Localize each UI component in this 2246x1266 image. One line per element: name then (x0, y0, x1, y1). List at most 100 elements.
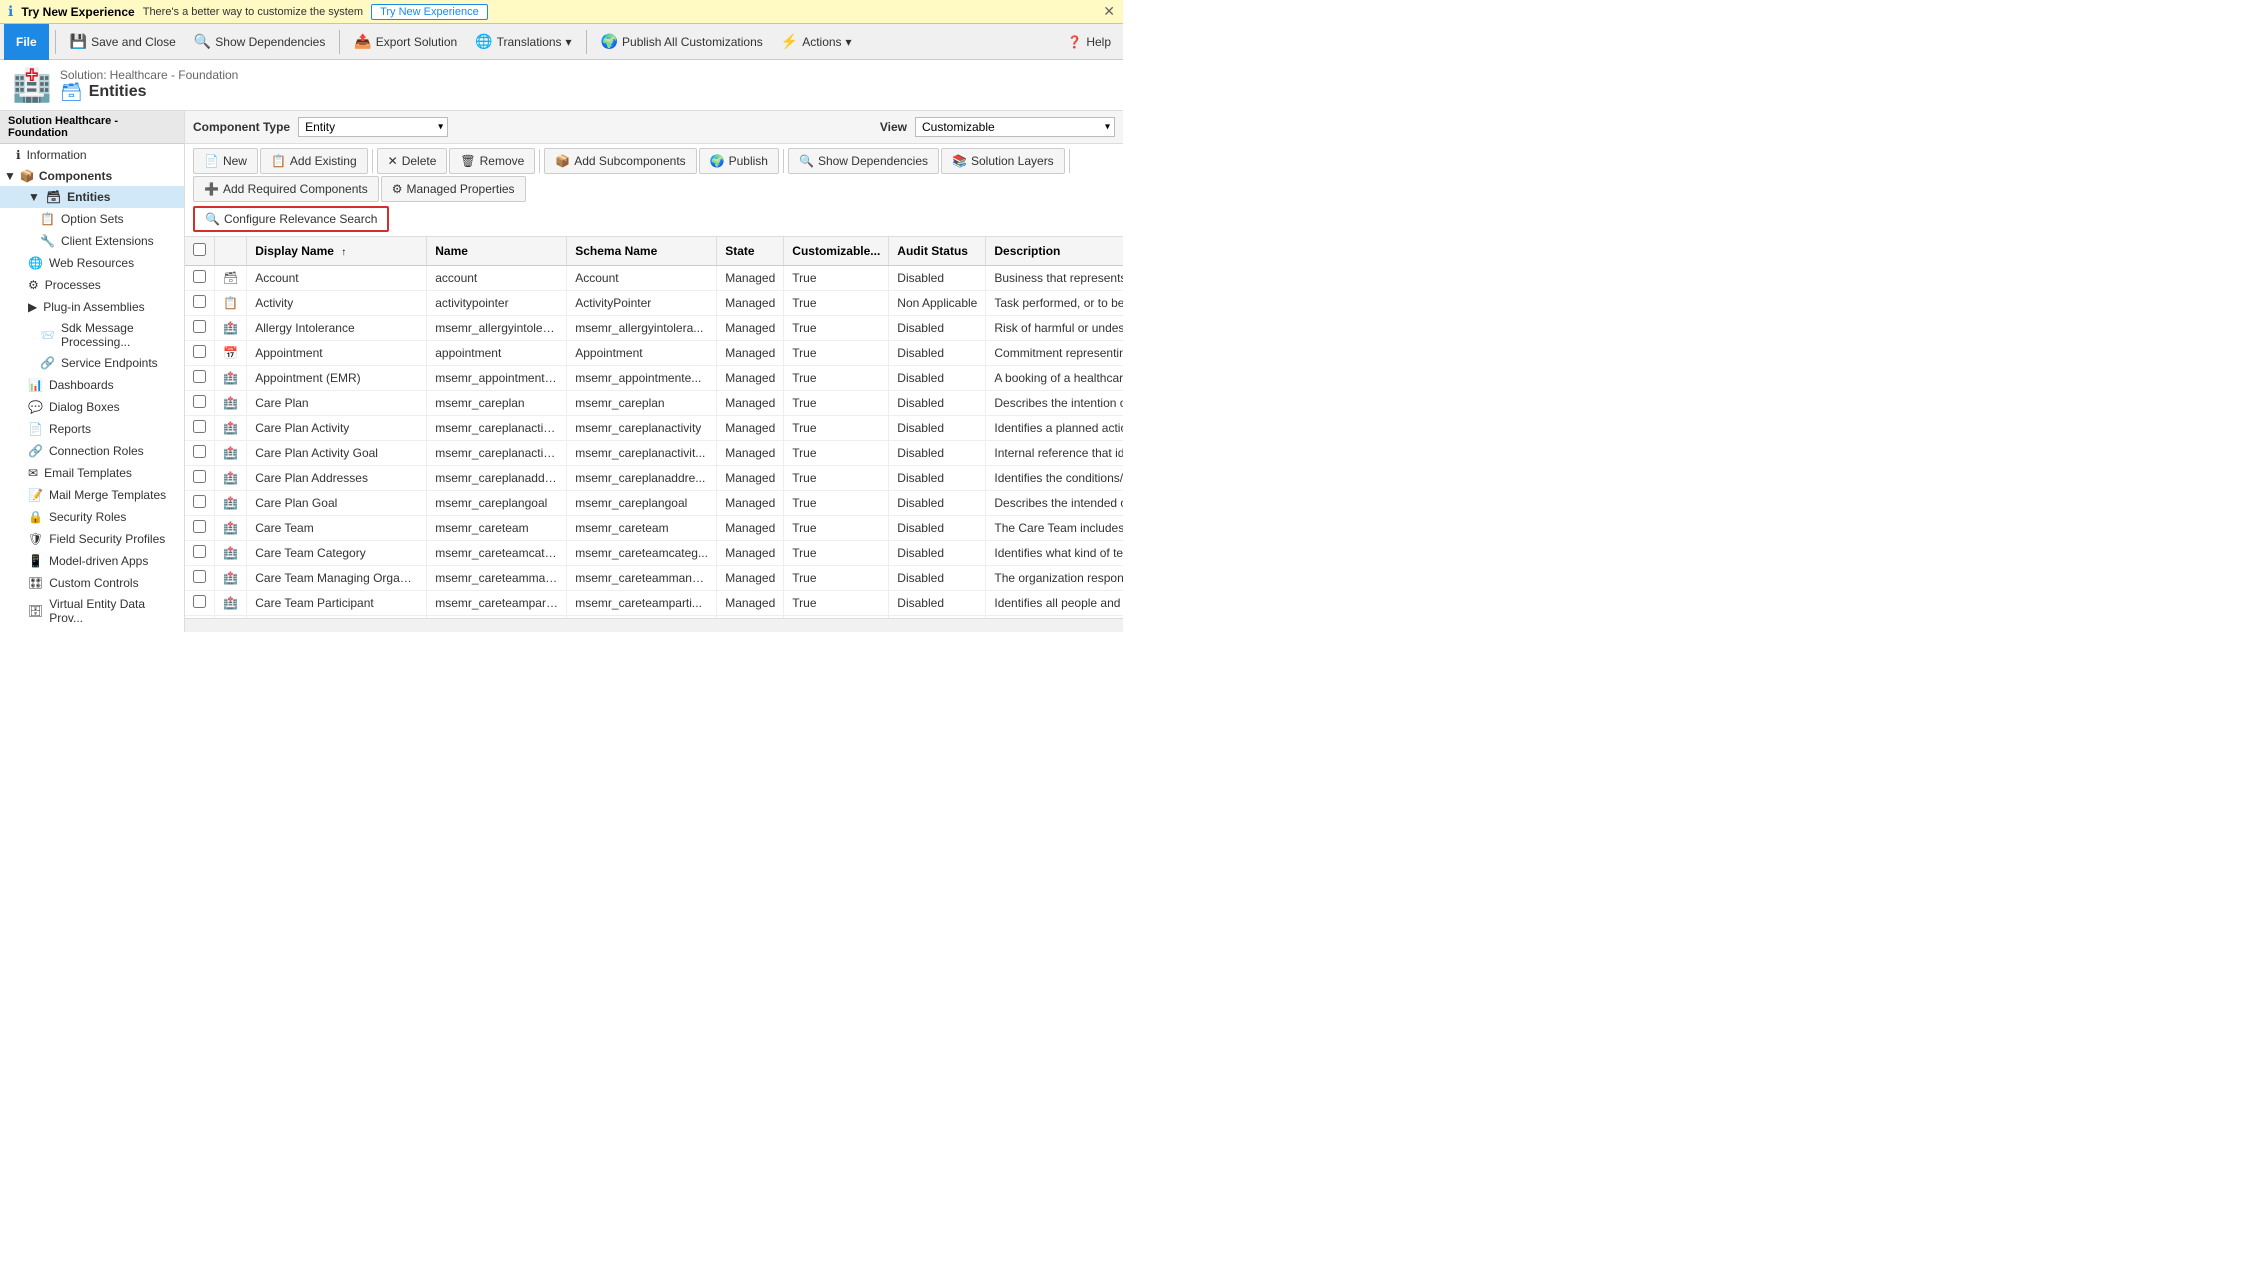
help-button[interactable]: ❓ Help (1059, 32, 1119, 52)
horizontal-scrollbar[interactable] (185, 618, 1123, 632)
sidebar-item-components[interactable]: ▼ 📦 Components (0, 166, 184, 186)
table-row[interactable]: 🏥 Care Team msemr_careteam msemr_caretea… (185, 516, 1123, 541)
table-row[interactable]: 🏥 Care Plan Activity Goal msemr_careplan… (185, 441, 1123, 466)
row-check-8[interactable] (193, 470, 206, 483)
configure-relevance-button[interactable]: 🔍 Configure Relevance Search (193, 206, 389, 232)
show-dependencies-toolbar-button[interactable]: 🔍 Show Dependencies (186, 27, 334, 57)
table-row[interactable]: 🏥 Care Plan Goal msemr_careplangoal msem… (185, 491, 1123, 516)
sidebar-item-model-apps[interactable]: 📱 Model-driven Apps (0, 550, 184, 572)
table-row[interactable]: 🏥 Care Team Participant msemr_careteampa… (185, 591, 1123, 616)
row-check-0[interactable] (193, 270, 206, 283)
row-display-name-5[interactable]: Care Plan (247, 391, 427, 416)
row-checkbox-7[interactable] (185, 441, 215, 466)
row-display-name-10[interactable]: Care Team (247, 516, 427, 541)
row-checkbox-8[interactable] (185, 466, 215, 491)
add-required-button[interactable]: ➕ Add Required Components (193, 176, 379, 202)
translations-button[interactable]: 🌐 Translations ▾ (467, 27, 579, 57)
row-checkbox-0[interactable] (185, 266, 215, 291)
table-row[interactable]: 📋 Activity activitypointer ActivityPoint… (185, 291, 1123, 316)
row-display-name-2[interactable]: Allergy Intolerance (247, 316, 427, 341)
row-checkbox-12[interactable] (185, 566, 215, 591)
sidebar-item-security-roles[interactable]: 🔒 Security Roles (0, 506, 184, 528)
row-checkbox-3[interactable] (185, 341, 215, 366)
header-schema-name[interactable]: Schema Name (567, 237, 717, 266)
solution-layers-button[interactable]: 📚 Solution Layers (941, 148, 1065, 174)
header-customizable[interactable]: Customizable... (784, 237, 889, 266)
header-checkbox[interactable] (185, 237, 215, 266)
component-type-select[interactable]: Entity (298, 117, 448, 137)
row-display-name-4[interactable]: Appointment (EMR) (247, 366, 427, 391)
file-button[interactable]: File (4, 24, 49, 60)
select-all-checkbox[interactable] (193, 243, 206, 256)
sidebar-item-virtual-entity-src[interactable]: 🗄 Virtual Entity Data Sour... (0, 628, 184, 632)
actions-button[interactable]: ⚡ Actions ▾ (773, 27, 860, 57)
row-checkbox-11[interactable] (185, 541, 215, 566)
view-select[interactable]: Customizable (915, 117, 1115, 137)
banner-close-icon[interactable]: ✕ (1103, 3, 1115, 20)
row-check-5[interactable] (193, 395, 206, 408)
row-check-1[interactable] (193, 295, 206, 308)
row-checkbox-1[interactable] (185, 291, 215, 316)
try-new-experience-button[interactable]: Try New Experience (371, 4, 488, 20)
managed-props-button[interactable]: ⚙ Managed Properties (381, 176, 526, 202)
export-solution-button[interactable]: 📤 Export Solution (346, 27, 465, 57)
save-close-button[interactable]: 💾 Save and Close (62, 27, 184, 57)
row-display-name-3[interactable]: Appointment (247, 341, 427, 366)
view-select-wrapper[interactable]: Customizable (915, 117, 1115, 137)
row-check-4[interactable] (193, 370, 206, 383)
sidebar-item-client-extensions[interactable]: 🔧 Client Extensions (0, 230, 184, 252)
row-check-3[interactable] (193, 345, 206, 358)
header-display-name[interactable]: Display Name ↑ (247, 237, 427, 266)
sidebar-item-service-endpoints[interactable]: 🔗 Service Endpoints (0, 352, 184, 374)
sidebar-item-connection-roles[interactable]: 🔗 Connection Roles (0, 440, 184, 462)
row-check-6[interactable] (193, 420, 206, 433)
row-display-name-9[interactable]: Care Plan Goal (247, 491, 427, 516)
row-display-name-8[interactable]: Care Plan Addresses (247, 466, 427, 491)
component-type-select-wrapper[interactable]: Entity (298, 117, 448, 137)
remove-button[interactable]: 🗑 Remove (449, 148, 535, 174)
row-checkbox-9[interactable] (185, 491, 215, 516)
row-check-7[interactable] (193, 445, 206, 458)
header-description[interactable]: Description (986, 237, 1123, 266)
sidebar-item-mail-merge[interactable]: 📝 Mail Merge Templates (0, 484, 184, 506)
sidebar-item-option-sets[interactable]: 📋 Option Sets (0, 208, 184, 230)
row-display-name-13[interactable]: Care Team Participant (247, 591, 427, 616)
table-row[interactable]: 🏥 Appointment (EMR) msemr_appointmente..… (185, 366, 1123, 391)
sidebar-item-email-templates[interactable]: ✉ Email Templates (0, 462, 184, 484)
row-check-9[interactable] (193, 495, 206, 508)
row-check-12[interactable] (193, 570, 206, 583)
sidebar-item-sdk-message[interactable]: 📨 Sdk Message Processing... (0, 318, 184, 352)
sidebar-item-information[interactable]: ℹ Information (0, 144, 184, 166)
row-checkbox-5[interactable] (185, 391, 215, 416)
row-display-name-6[interactable]: Care Plan Activity (247, 416, 427, 441)
table-row[interactable]: 🏥 Allergy Intolerance msemr_allergyintol… (185, 316, 1123, 341)
row-display-name-11[interactable]: Care Team Category (247, 541, 427, 566)
sidebar-item-web-resources[interactable]: 🌐 Web Resources (0, 252, 184, 274)
row-display-name-0[interactable]: Account (247, 266, 427, 291)
header-audit-status[interactable]: Audit Status (889, 237, 986, 266)
sidebar-item-entities[interactable]: ▼ 🗃 Entities (0, 186, 184, 208)
header-name[interactable]: Name (427, 237, 567, 266)
show-deps-button[interactable]: 🔍 Show Dependencies (788, 148, 939, 174)
row-display-name-1[interactable]: Activity (247, 291, 427, 316)
row-check-10[interactable] (193, 520, 206, 533)
row-display-name-7[interactable]: Care Plan Activity Goal (247, 441, 427, 466)
add-subcomponents-button[interactable]: 📦 Add Subcomponents (544, 148, 696, 174)
row-checkbox-6[interactable] (185, 416, 215, 441)
sidebar-item-virtual-entity-prov[interactable]: 🗄 Virtual Entity Data Prov... (0, 594, 184, 628)
sidebar-item-custom-controls[interactable]: 🎛 Custom Controls (0, 572, 184, 594)
table-row[interactable]: 🏥 Care Team Category msemr_careteamcateg… (185, 541, 1123, 566)
table-row[interactable]: 🏥 Care Plan Addresses msemr_careplanaddr… (185, 466, 1123, 491)
table-row[interactable]: 🏥 Care Team Managing Organiza... msemr_c… (185, 566, 1123, 591)
row-checkbox-10[interactable] (185, 516, 215, 541)
delete-button[interactable]: ✕ Delete (377, 148, 448, 174)
table-row[interactable]: 🏥 Care Plan msemr_careplan msemr_carepla… (185, 391, 1123, 416)
table-row[interactable]: 🏥 Care Plan Activity msemr_careplanactiv… (185, 416, 1123, 441)
publish-button[interactable]: 🌍 Publish (699, 148, 779, 174)
publish-all-button[interactable]: 🌍 Publish All Customizations (593, 27, 771, 57)
table-row[interactable]: 📅 Appointment appointment Appointment Ma… (185, 341, 1123, 366)
sidebar-item-dashboards[interactable]: 📊 Dashboards (0, 374, 184, 396)
row-check-2[interactable] (193, 320, 206, 333)
row-check-11[interactable] (193, 545, 206, 558)
sidebar-item-reports[interactable]: 📄 Reports (0, 418, 184, 440)
